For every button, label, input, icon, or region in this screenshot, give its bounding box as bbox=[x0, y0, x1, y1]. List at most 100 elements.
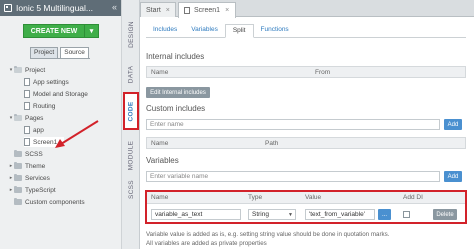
code-editor-panel: Includes Variables Split Functions Inter… bbox=[140, 18, 474, 249]
col-name: Name bbox=[151, 69, 169, 76]
internal-includes-table-header: Name From bbox=[146, 66, 466, 78]
tab-design-label: DESIGN bbox=[127, 20, 135, 48]
add-variable-button[interactable]: Add bbox=[444, 171, 462, 182]
tree-item-label: Services bbox=[25, 174, 50, 182]
file-icon bbox=[24, 138, 30, 146]
tab-start-label: Start bbox=[146, 6, 161, 14]
tree-item-services[interactable]: ▸ Services bbox=[8, 173, 50, 183]
tree-item-label: Project bbox=[25, 66, 46, 74]
tree-item-label: Custom components bbox=[25, 198, 85, 206]
folder-icon bbox=[14, 186, 22, 193]
tab-project[interactable]: Project bbox=[30, 47, 59, 58]
tree-item-routing[interactable]: Routing bbox=[24, 101, 55, 111]
variables-note-1: Variable value is added as is, e.g. sett… bbox=[146, 231, 390, 238]
file-icon bbox=[24, 78, 30, 86]
tab-module-label: MODULE bbox=[127, 140, 135, 170]
project-header: Ionic 5 Multilingual... « bbox=[0, 0, 121, 16]
tree-item-app[interactable]: app bbox=[24, 125, 44, 135]
tab-design[interactable]: DESIGN bbox=[123, 14, 139, 54]
folder-icon bbox=[14, 174, 22, 181]
add-custom-include-button[interactable]: Add bbox=[444, 119, 462, 130]
tab-includes[interactable]: Includes bbox=[146, 24, 184, 37]
tree-item-label: Routing bbox=[33, 102, 56, 110]
chevron-down-icon[interactable]: ▾ bbox=[84, 25, 98, 37]
file-icon bbox=[24, 102, 30, 110]
page-icon bbox=[184, 7, 190, 14]
tree-item-label: SCSS bbox=[25, 150, 43, 158]
col-path: Path bbox=[265, 140, 279, 147]
project-panel: Ionic 5 Multilingual... « CREATE NEW ▾ P… bbox=[0, 0, 122, 249]
variables-note-2: All variables are added as private prope… bbox=[146, 240, 267, 247]
close-icon[interactable]: × bbox=[166, 7, 170, 14]
project-icon bbox=[4, 4, 12, 12]
folder-icon bbox=[14, 162, 22, 169]
folder-icon bbox=[14, 198, 22, 205]
tree-item-custom-components[interactable]: Custom components bbox=[14, 197, 85, 207]
document-tab-bar: Start × Screen1 × bbox=[140, 0, 474, 18]
tree-item-label: TypeScript bbox=[25, 186, 56, 194]
close-icon[interactable]: × bbox=[225, 7, 229, 14]
tree-item-label: Model and Storage bbox=[33, 90, 88, 98]
variable-type-select[interactable]: String ▼ bbox=[248, 209, 296, 220]
add-di-checkbox[interactable] bbox=[403, 211, 410, 218]
collapse-panel-icon[interactable]: « bbox=[112, 2, 117, 12]
col-name: Name bbox=[151, 194, 169, 201]
create-new-label: CREATE NEW bbox=[30, 27, 78, 35]
tab-functions[interactable]: Functions bbox=[254, 24, 296, 37]
tab-start[interactable]: Start × bbox=[140, 2, 176, 17]
tree-item-model-storage[interactable]: Model and Storage bbox=[24, 89, 88, 99]
tab-code[interactable]: CODE bbox=[123, 92, 139, 130]
tree-item-label: Pages bbox=[25, 114, 44, 122]
tab-module[interactable]: MODULE bbox=[123, 135, 139, 175]
tree-item-screen1[interactable]: Screen1 bbox=[24, 137, 64, 147]
tab-data-label: DATA bbox=[127, 65, 135, 83]
tab-data[interactable]: DATA bbox=[123, 58, 139, 90]
tab-scss-label: SCSS bbox=[127, 179, 135, 199]
variable-value-field[interactable]: 'text_from_variable' bbox=[305, 209, 375, 220]
custom-includes-heading: Custom includes bbox=[146, 104, 206, 113]
tree-item-app-settings[interactable]: App settings bbox=[24, 77, 69, 87]
variables-heading: Variables bbox=[146, 156, 179, 165]
edit-internal-includes-button[interactable]: Edit Internal includes bbox=[146, 87, 210, 98]
tree-item-label: App settings bbox=[33, 78, 69, 86]
delete-variable-button[interactable]: Delete bbox=[433, 209, 457, 220]
col-name: Name bbox=[151, 140, 169, 147]
variable-name-input[interactable]: Enter variable name bbox=[146, 171, 440, 182]
file-icon bbox=[24, 126, 30, 134]
tree-item-theme[interactable]: ▸ Theme bbox=[8, 161, 45, 171]
tab-scss[interactable]: SCSS bbox=[123, 176, 139, 202]
variable-name-field[interactable]: variable_as_text bbox=[151, 209, 241, 220]
col-type: Type bbox=[248, 194, 263, 201]
tab-variables[interactable]: Variables bbox=[184, 24, 225, 37]
variables-table: Name Type Value Add DI variable_as_text … bbox=[145, 190, 467, 224]
tab-screen1-label: Screen1 bbox=[194, 7, 221, 14]
tree-item-typescript[interactable]: ▸ TypeScript bbox=[8, 185, 56, 195]
vertical-tab-bar: DESIGN DATA CODE MODULE SCSS bbox=[122, 0, 140, 249]
custom-includes-table-header: Name Path bbox=[146, 137, 466, 149]
tree-item-scss[interactable]: SCSS bbox=[14, 149, 43, 159]
col-from: From bbox=[315, 69, 331, 76]
code-subtabs: Includes Variables Split Functions bbox=[146, 24, 466, 38]
dropdown-arrow-icon: ▼ bbox=[288, 211, 293, 218]
tree-item-project[interactable]: ▾ Project bbox=[8, 65, 45, 75]
project-title: Ionic 5 Multilingual... bbox=[16, 3, 94, 13]
tab-source[interactable]: Source bbox=[60, 47, 89, 58]
tree-item-label: Theme bbox=[25, 162, 46, 170]
folder-icon bbox=[14, 66, 22, 73]
internal-includes-heading: Internal includes bbox=[146, 52, 205, 61]
col-add-di: Add DI bbox=[403, 194, 423, 201]
folder-icon bbox=[14, 114, 22, 121]
tab-code-label: CODE bbox=[127, 101, 135, 121]
col-value: Value bbox=[305, 194, 322, 201]
custom-include-name-input[interactable]: Enter name bbox=[146, 119, 440, 130]
value-editor-button[interactable]: ... bbox=[378, 209, 391, 220]
tab-screen1[interactable]: Screen1 × bbox=[178, 2, 236, 18]
tree-item-label: Screen1 bbox=[33, 138, 58, 146]
folder-icon bbox=[14, 150, 22, 157]
variables-table-header: Name Type Value Add DI bbox=[147, 192, 465, 204]
tab-split[interactable]: Split bbox=[224, 24, 254, 38]
file-icon bbox=[24, 90, 30, 98]
tree-item-label: app bbox=[33, 126, 44, 134]
create-new-button[interactable]: CREATE NEW ▾ bbox=[23, 24, 99, 38]
tree-item-pages[interactable]: ▾ Pages bbox=[8, 113, 43, 123]
